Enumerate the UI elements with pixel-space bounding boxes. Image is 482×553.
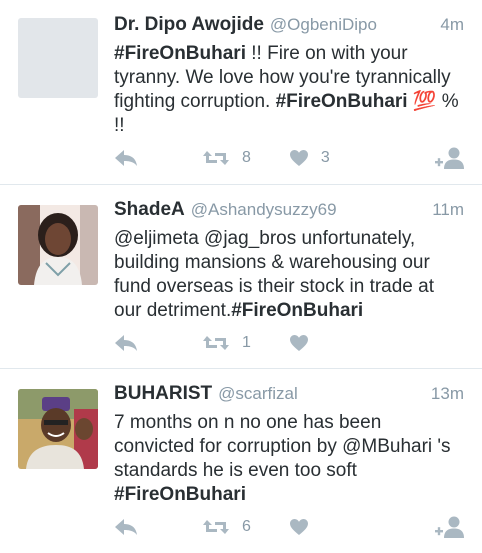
hashtag-link[interactable]: #FireOnBuhari — [231, 300, 363, 321]
retweet-button[interactable]: 8 — [202, 149, 251, 167]
tweet-content: ShadeA @Ashandysuzzy69 11m @eljimeta @ja… — [114, 199, 464, 323]
avatar-photo — [18, 205, 98, 285]
retweet-count: 6 — [242, 518, 251, 535]
like-button[interactable] — [289, 334, 309, 352]
follow-icon — [435, 516, 464, 538]
tweet[interactable]: Dr. Dipo Awojide @OgbeniDipo 4m #FireOnB… — [0, 0, 482, 185]
hashtag-link[interactable]: #FireOnBuhari — [114, 484, 246, 505]
reply-icon — [115, 519, 137, 535]
hashtag-link[interactable]: #FireOnBuhari — [276, 91, 408, 112]
retweet-count: 1 — [242, 334, 251, 351]
tweet-feed: Dr. Dipo Awojide @OgbeniDipo 4m #FireOnB… — [0, 0, 482, 553]
reply-icon — [115, 335, 137, 351]
reply-button[interactable] — [114, 149, 138, 167]
tweet-actions: 1 — [114, 331, 464, 355]
tweet-actions: 6 — [114, 515, 464, 539]
tweet-content: BUHARIST @scarfizal 13m 7 months on n no… — [114, 383, 464, 507]
tweet-text: #FireOnBuhari !! Fire on with your tyran… — [114, 42, 464, 138]
reply-button[interactable] — [114, 518, 138, 536]
tweet-header: Dr. Dipo Awojide @OgbeniDipo 4m — [114, 14, 464, 40]
retweet-icon — [203, 520, 229, 534]
tweet-text-segment: 7 months on n no one has been convicted … — [114, 412, 451, 481]
like-count: 3 — [320, 149, 330, 166]
hashtag-link[interactable]: #FireOnBuhari — [114, 43, 246, 64]
author-name[interactable]: Dr. Dipo Awojide — [114, 14, 264, 36]
retweet-button[interactable]: 6 — [202, 518, 251, 536]
follow-button[interactable] — [434, 515, 464, 539]
tweet-text: @eljimeta @jag_bros unfortunately, build… — [114, 227, 464, 323]
tweet-header: ShadeA @Ashandysuzzy69 11m — [114, 199, 464, 225]
retweet-button[interactable]: 1 — [202, 334, 251, 352]
avatar-photo — [18, 389, 98, 469]
retweet-icon — [203, 336, 229, 350]
heart-icon — [289, 519, 308, 535]
tweet-actions: 8 3 — [114, 146, 464, 170]
tweet[interactable]: BUHARIST @scarfizal 13m 7 months on n no… — [0, 369, 482, 553]
retweet-icon — [203, 151, 229, 165]
tweet-content: Dr. Dipo Awojide @OgbeniDipo 4m #FireOnB… — [114, 14, 464, 138]
author-name[interactable]: BUHARIST — [114, 383, 212, 405]
like-button[interactable]: 3 — [289, 149, 330, 167]
avatar[interactable] — [18, 18, 98, 98]
follow-icon — [435, 147, 464, 169]
avatar[interactable] — [18, 205, 98, 285]
follow-button[interactable] — [434, 146, 464, 170]
author-handle[interactable]: @Ashandysuzzy69 — [191, 200, 337, 220]
retweet-count: 8 — [242, 149, 251, 166]
timestamp[interactable]: 11m — [432, 200, 464, 220]
timestamp[interactable]: 13m — [431, 384, 464, 404]
reply-button[interactable] — [114, 334, 138, 352]
timestamp[interactable]: 4m — [440, 15, 464, 35]
author-handle[interactable]: @scarfizal — [218, 384, 298, 404]
heart-icon — [289, 335, 308, 351]
tweet-text: 7 months on n no one has been convicted … — [114, 411, 464, 507]
tweet[interactable]: ShadeA @Ashandysuzzy69 11m @eljimeta @ja… — [0, 185, 482, 369]
author-name[interactable]: ShadeA — [114, 199, 185, 221]
like-button[interactable] — [289, 518, 309, 536]
tweet-header: BUHARIST @scarfizal 13m — [114, 383, 464, 409]
heart-icon — [289, 150, 308, 166]
avatar[interactable] — [18, 389, 98, 469]
reply-icon — [115, 150, 137, 166]
author-handle[interactable]: @OgbeniDipo — [270, 15, 377, 35]
